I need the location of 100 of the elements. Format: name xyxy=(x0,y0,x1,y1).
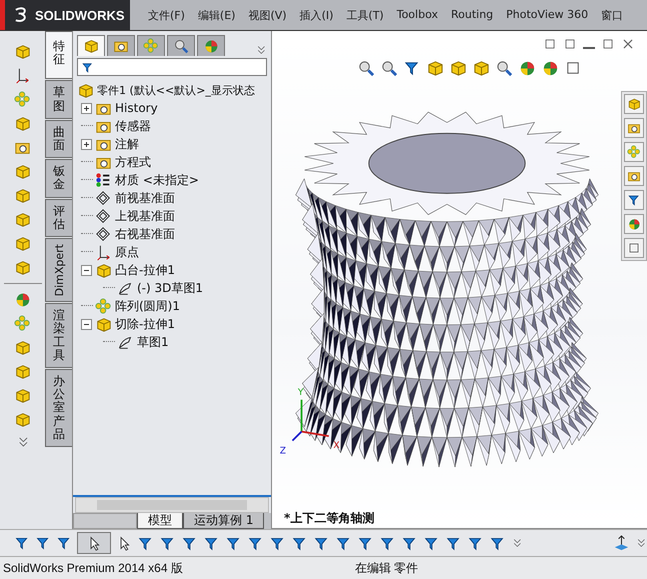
side-tab[interactable]: 评估 xyxy=(45,198,72,237)
task-pane-button[interactable] xyxy=(624,118,644,138)
select-button[interactable] xyxy=(77,532,111,554)
menu-item[interactable]: Routing xyxy=(450,8,494,22)
cube-icon xyxy=(14,211,31,228)
task-pane-button[interactable] xyxy=(624,94,644,114)
close-icon xyxy=(621,37,635,51)
origin-icon xyxy=(95,244,112,260)
menu-item[interactable]: 编辑(E) xyxy=(198,8,236,22)
task-pane-button[interactable] xyxy=(624,190,644,210)
view-orientation-label: *上下二等角轴测 xyxy=(284,511,374,525)
cube-icon xyxy=(14,411,31,428)
filter-field[interactable] xyxy=(77,58,267,76)
tree-item[interactable]: History xyxy=(115,101,158,115)
pattern-icon xyxy=(627,145,641,159)
plane-icon xyxy=(95,208,112,224)
axis-label: Z xyxy=(280,446,286,456)
tree-item[interactable]: 右视基准面 xyxy=(115,226,175,242)
cube-icon xyxy=(77,82,94,98)
cube-icon xyxy=(14,363,31,380)
cube-icon xyxy=(95,316,112,332)
filter-icon xyxy=(35,535,51,551)
tree-item[interactable]: 注解 xyxy=(115,136,139,152)
square-icon xyxy=(627,241,641,255)
axis-label: X xyxy=(333,440,340,451)
horizontal-scrollbar[interactable] xyxy=(75,497,269,513)
tree-item[interactable]: 草图1 xyxy=(137,334,169,350)
pattern-icon xyxy=(143,38,159,54)
cube-icon xyxy=(14,163,31,180)
tree-item[interactable]: 前视基准面 xyxy=(115,190,175,206)
side-tab[interactable]: 草图 xyxy=(45,80,72,119)
manager-tab[interactable] xyxy=(197,35,225,56)
arrow-up-plane-icon xyxy=(612,534,630,552)
manager-tab[interactable] xyxy=(107,35,135,56)
expand-toggle[interactable] xyxy=(81,264,92,276)
tree-item[interactable]: 方程式 xyxy=(115,154,151,170)
bottom-tab[interactable]: 运动算例 1 xyxy=(183,513,264,529)
color-sphere-icon xyxy=(541,59,559,77)
tree-item[interactable]: 切除-拉伸1 xyxy=(115,316,175,332)
side-tab[interactable]: 特征 xyxy=(45,31,72,80)
filter-icon xyxy=(627,193,641,207)
menu-item[interactable]: 窗口 xyxy=(601,8,624,22)
filter-icon xyxy=(56,535,72,551)
status-product-text: SolidWorks Premium 2014 x64 版 xyxy=(3,560,183,576)
task-pane-button[interactable] xyxy=(624,238,644,258)
cube-icon xyxy=(627,97,641,111)
menu-item[interactable]: 视图(V) xyxy=(248,8,287,22)
tree-item[interactable]: 材质 <未指定> xyxy=(115,172,199,188)
tree-item[interactable]: 凸台-拉伸1 xyxy=(115,262,175,278)
pattern-icon xyxy=(14,91,31,108)
manager-tab[interactable] xyxy=(77,35,105,56)
origin-icon xyxy=(14,67,31,84)
side-tab[interactable]: 渲染工具 xyxy=(45,303,72,368)
cube-icon xyxy=(14,187,31,204)
manager-tab[interactable] xyxy=(167,35,195,56)
tree-item[interactable]: 上视基准面 xyxy=(115,208,175,224)
double-chevron-icon xyxy=(511,537,523,549)
manager-tab[interactable] xyxy=(137,35,165,56)
cube-icon xyxy=(14,387,31,404)
cube-icon xyxy=(472,59,490,77)
cube-icon xyxy=(426,59,444,77)
color-sphere-icon xyxy=(14,291,31,308)
expand-toggle[interactable] xyxy=(81,138,92,150)
cube-icon xyxy=(14,235,31,252)
tree-item[interactable]: (-) 3D草图1 xyxy=(137,280,204,296)
tree-root-item[interactable]: 零件1 (默认<<默认>_显示状态 xyxy=(97,82,255,98)
cube-icon xyxy=(14,115,31,132)
color-sphere-icon xyxy=(627,217,641,231)
app-logo: SOLIDWORKS xyxy=(0,0,130,30)
axis-label: Y xyxy=(298,388,304,398)
side-tab[interactable]: DimXpert xyxy=(45,238,72,302)
menu-item[interactable]: Toolbox xyxy=(396,8,438,22)
side-tab[interactable]: 曲面 xyxy=(45,120,72,158)
color-sphere-icon xyxy=(518,59,536,77)
tree-item[interactable]: 传感器 xyxy=(115,118,151,134)
status-mode-text: 在编辑 零件 xyxy=(354,560,418,576)
menu-item[interactable]: 文件(F) xyxy=(148,8,185,22)
magnifier-icon xyxy=(357,59,375,77)
cube-icon xyxy=(14,339,31,356)
material-icon xyxy=(95,172,112,188)
plane-icon xyxy=(95,226,112,242)
pattern-icon xyxy=(14,315,31,332)
bottom-tab[interactable]: 模型 xyxy=(137,513,183,529)
menu-item[interactable]: PhotoView 360 xyxy=(506,8,588,22)
tree-item[interactable]: 原点 xyxy=(115,244,139,260)
task-pane-button[interactable] xyxy=(624,214,644,234)
filter-icon xyxy=(81,60,94,74)
expand-toggle[interactable] xyxy=(81,318,92,330)
side-tab[interactable]: 钣金 xyxy=(45,159,72,198)
filter-icon xyxy=(14,535,30,551)
tree-item[interactable]: 阵列(圆周)1 xyxy=(115,298,180,314)
cube-icon xyxy=(95,262,112,278)
menu-item[interactable]: 插入(I) xyxy=(300,8,334,22)
side-tab[interactable]: 办公室产品 xyxy=(45,369,72,447)
expand-toggle[interactable] xyxy=(81,102,92,114)
task-pane-button[interactable] xyxy=(624,166,644,186)
menu-item[interactable]: 工具(T) xyxy=(346,8,384,22)
cube-icon xyxy=(83,38,99,54)
axis-triad-icon xyxy=(292,400,329,442)
square-icon xyxy=(543,37,557,51)
